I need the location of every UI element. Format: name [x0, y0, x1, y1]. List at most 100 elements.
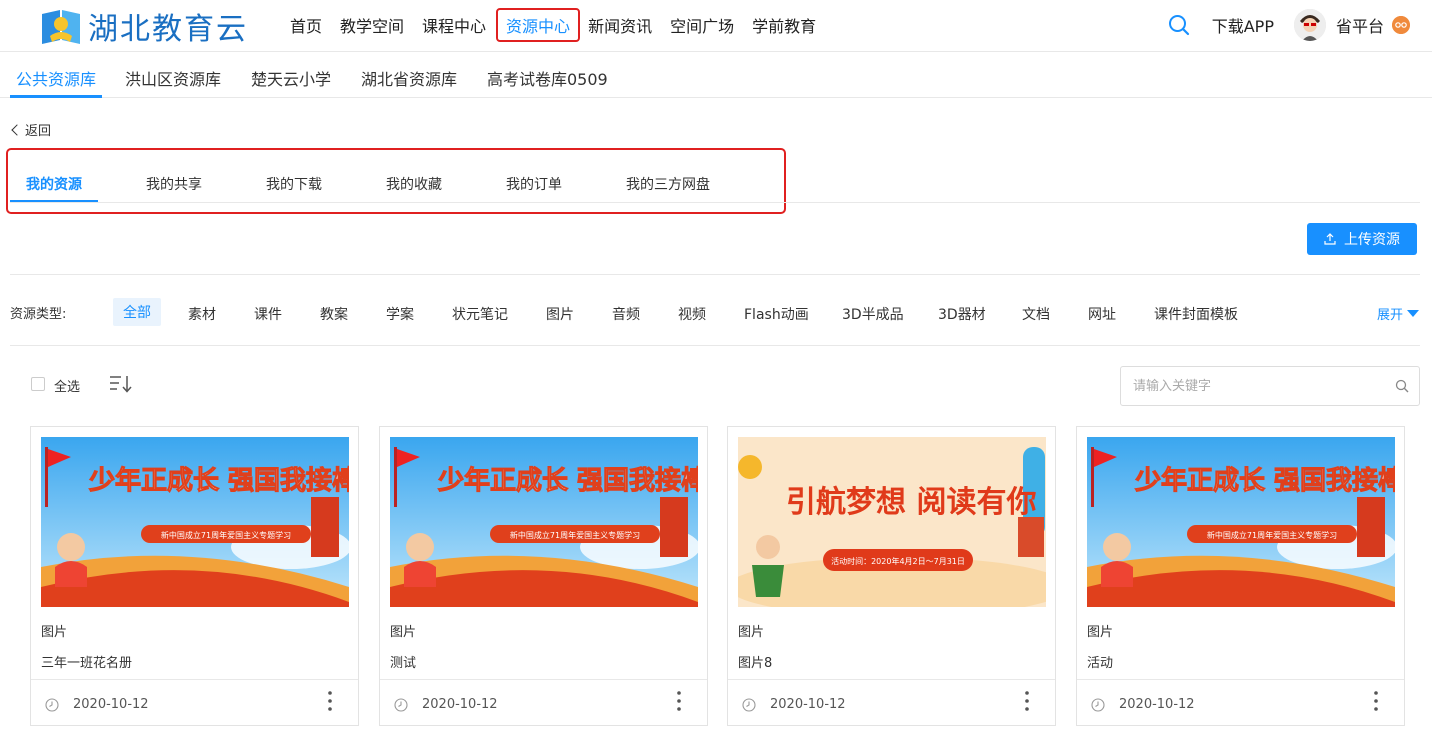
- keyword-search-input[interactable]: [1133, 367, 1383, 405]
- filter-all[interactable]: 全部: [113, 298, 161, 326]
- resource-card[interactable]: 少年正成长 强国我接棒 新中国成立71周年爱国主义专题学习 图片 活动 2020…: [1076, 426, 1405, 726]
- tab-my-orders[interactable]: 我的订单: [506, 174, 562, 194]
- filter-audio[interactable]: 音频: [612, 304, 640, 324]
- my-tabs-divider: [10, 202, 1420, 203]
- resource-title[interactable]: 活动: [1087, 652, 1113, 671]
- tab-my-favorites[interactable]: 我的收藏: [386, 174, 442, 194]
- tab-my-resources[interactable]: 我的资源: [26, 174, 82, 194]
- nav-resource-center[interactable]: 资源中心: [496, 8, 581, 42]
- back-label: 返回: [25, 124, 52, 139]
- keyword-search: [1120, 366, 1420, 406]
- platform-badge-icon[interactable]: [1392, 16, 1410, 34]
- avatar[interactable]: [1293, 9, 1326, 41]
- clock-icon: [1091, 698, 1105, 712]
- library-tabs: 公共资源库 洪山区资源库 楚天云小学 湖北省资源库 高考试卷库0509: [0, 52, 1432, 98]
- avatar-figure-icon: [1293, 9, 1326, 41]
- tab-exam-library[interactable]: 高考试卷库0509: [487, 66, 608, 90]
- sort-icon[interactable]: [109, 374, 133, 394]
- more-vertical-icon[interactable]: [328, 690, 332, 712]
- logo-text: 湖北教育云: [88, 12, 248, 47]
- filter-3d-equipment[interactable]: 3D器材: [938, 304, 986, 324]
- back-link[interactable]: 返回: [10, 120, 51, 139]
- banner-headline: 少年正成长 强国我接棒: [1134, 465, 1395, 496]
- resource-thumbnail[interactable]: 少年正成长 强国我接棒 新中国成立71周年爱国主义专题学习: [1087, 437, 1395, 607]
- nav-course-center[interactable]: 课程中心: [422, 13, 486, 37]
- resource-title[interactable]: 测试: [390, 652, 416, 671]
- resource-card[interactable]: 引航梦想 阅读有你 活动时间：2020年4月2日～7月31日 图片 图片8 20…: [727, 426, 1056, 726]
- filter-url[interactable]: 网址: [1088, 304, 1116, 324]
- filter-video[interactable]: 视频: [678, 304, 706, 324]
- banner-subtitle: 新中国成立71周年爱国主义专题学习: [1207, 530, 1337, 540]
- tab-hongshan-library[interactable]: 洪山区资源库: [125, 66, 221, 90]
- resource-type-label: 资源类型:: [10, 307, 67, 322]
- upload-resource-button[interactable]: 上传资源: [1307, 223, 1417, 255]
- resource-title[interactable]: 图片8: [738, 652, 772, 671]
- filter-study-plan[interactable]: 学案: [386, 304, 414, 324]
- library-tab-indicator: [10, 95, 102, 98]
- download-app-link[interactable]: 下载APP: [1212, 13, 1274, 37]
- banner-headline: 引航梦想 阅读有你: [786, 485, 1036, 520]
- tab-chutianyun-library[interactable]: 楚天云小学: [251, 66, 331, 90]
- patriotic-banner-image: 少年正成长 强国我接棒 新中国成立71周年爱国主义专题学习: [1087, 437, 1395, 607]
- select-all-checkbox[interactable]: [31, 377, 45, 391]
- main-nav: 首页 教学空间 课程中心 资源中心 新闻资讯 空间广场 学前教育: [290, 0, 834, 50]
- resource-type: 图片: [1087, 625, 1114, 640]
- nav-space-square[interactable]: 空间广场: [670, 13, 734, 37]
- card-footer: 2020-10-12: [31, 679, 358, 726]
- filter-cover-template[interactable]: 课件封面模板: [1154, 304, 1238, 324]
- banner-headline: 少年正成长 强国我接棒: [437, 465, 698, 496]
- more-vertical-icon[interactable]: [1374, 690, 1378, 712]
- clock-icon: [394, 698, 408, 712]
- nav-news[interactable]: 新闻资讯: [588, 13, 652, 37]
- select-all-label[interactable]: 全选: [54, 376, 80, 395]
- expand-filters-button[interactable]: 展开: [1377, 304, 1420, 323]
- resource-thumbnail[interactable]: 少年正成长 强国我接棒 新中国成立71周年爱国主义专题学习: [41, 437, 349, 607]
- filter-document[interactable]: 文档: [1022, 304, 1050, 324]
- resource-date: 2020-10-12: [770, 697, 846, 712]
- logo[interactable]: 湖北教育云: [40, 6, 248, 47]
- filter-flash[interactable]: Flash动画: [744, 304, 809, 324]
- banner-subtitle: 新中国成立71周年爱国主义专题学习: [510, 530, 640, 540]
- filter-courseware[interactable]: 课件: [254, 304, 282, 324]
- filter-3d-semi[interactable]: 3D半成品: [842, 304, 904, 324]
- tab-hubei-library[interactable]: 湖北省资源库: [361, 66, 457, 90]
- filter-material[interactable]: 素材: [188, 304, 216, 324]
- resource-thumbnail[interactable]: 少年正成长 强国我接棒 新中国成立71周年爱国主义专题学习: [390, 437, 698, 607]
- patriotic-banner-image: 少年正成长 强国我接棒 新中国成立71周年爱国主义专题学习: [390, 437, 698, 607]
- my-tab-indicator: [10, 200, 98, 202]
- nav-preschool[interactable]: 学前教育: [752, 13, 816, 37]
- card-footer: 2020-10-12: [380, 679, 707, 726]
- resource-thumbnail[interactable]: 引航梦想 阅读有你 活动时间：2020年4月2日～7月31日: [738, 437, 1046, 607]
- tab-my-shares[interactable]: 我的共享: [146, 174, 202, 194]
- resource-type: 图片: [390, 625, 417, 640]
- resource-card[interactable]: 少年正成长 强国我接棒 新中国成立71周年爱国主义专题学习 图片 测试 2020…: [379, 426, 708, 726]
- more-vertical-icon[interactable]: [677, 690, 681, 712]
- expand-label: 展开: [1377, 308, 1404, 323]
- header-right: 下载APP 省平台: [1168, 0, 1410, 50]
- banner-headline: 少年正成长 强国我接棒: [88, 465, 349, 496]
- clock-icon: [742, 698, 756, 712]
- banner-subtitle: 新中国成立71周年爱国主义专题学习: [161, 530, 291, 540]
- platform-switch[interactable]: 省平台: [1336, 13, 1384, 37]
- tab-my-cloud-drive[interactable]: 我的三方网盘: [626, 174, 710, 194]
- card-footer: 2020-10-12: [728, 679, 1055, 726]
- resource-card[interactable]: 少年正成长 强国我接棒 新中国成立71周年爱国主义专题学习 图片 三年一班花名册…: [30, 426, 359, 726]
- top-header: 湖北教育云 首页 教学空间 课程中心 资源中心 新闻资讯 空间广场 学前教育 下…: [0, 0, 1432, 52]
- search-icon[interactable]: [1395, 379, 1409, 393]
- upload-icon: [1324, 233, 1336, 245]
- patriotic-banner-image: 少年正成长 强国我接棒 新中国成立71周年爱国主义专题学习: [41, 437, 349, 607]
- more-vertical-icon[interactable]: [1025, 690, 1029, 712]
- resource-title[interactable]: 三年一班花名册: [41, 652, 132, 671]
- resource-date: 2020-10-12: [1119, 697, 1195, 712]
- nav-home[interactable]: 首页: [290, 13, 322, 37]
- search-icon[interactable]: [1168, 14, 1190, 36]
- divider: [10, 345, 1420, 346]
- resource-type: 图片: [738, 625, 765, 640]
- tab-public-library[interactable]: 公共资源库: [16, 66, 96, 90]
- tab-my-downloads[interactable]: 我的下载: [266, 174, 322, 194]
- nav-teaching-space[interactable]: 教学空间: [340, 13, 404, 37]
- filter-lesson-plan[interactable]: 教案: [320, 304, 348, 324]
- filter-notes[interactable]: 状元笔记: [452, 304, 508, 324]
- resource-date: 2020-10-12: [73, 697, 149, 712]
- filter-image[interactable]: 图片: [546, 304, 574, 324]
